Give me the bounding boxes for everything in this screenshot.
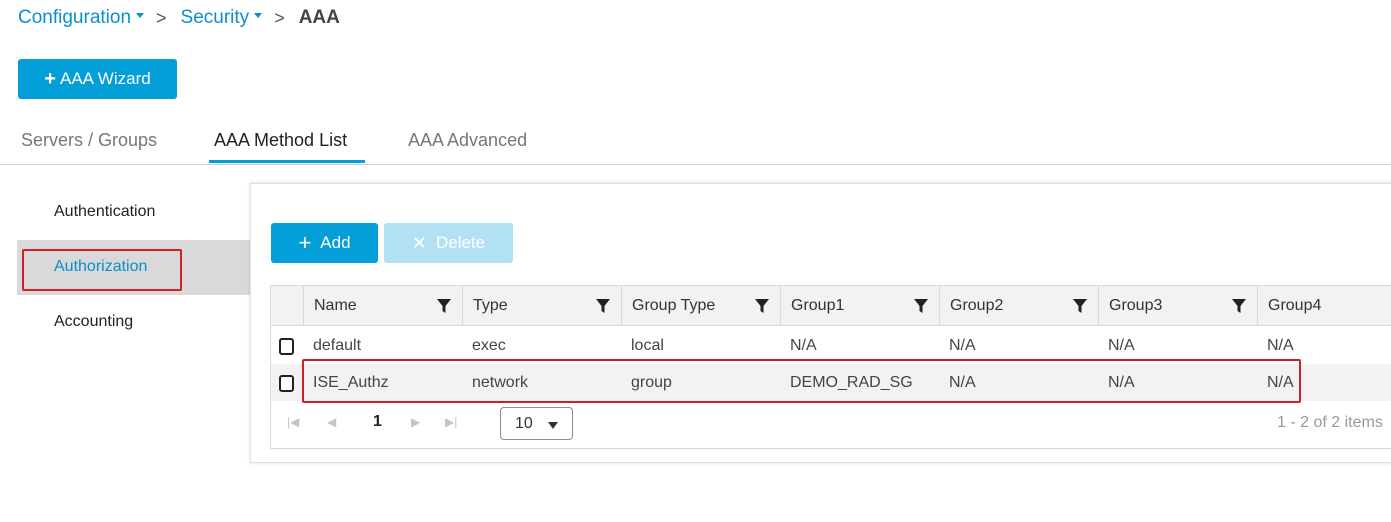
table-cell-name: ISE_Authz: [313, 373, 389, 391]
table-cell-group3: N/A: [1108, 336, 1135, 354]
tab-aaa-method-list[interactable]: AAA Method List: [214, 130, 347, 151]
current-page-number[interactable]: 1: [373, 413, 382, 431]
active-tab-indicator: [209, 160, 365, 163]
caret-down-icon: [136, 12, 145, 18]
table-cell-type: network: [472, 373, 529, 391]
breadcrumb-separator: >: [156, 7, 167, 28]
next-page-icon[interactable]: ▶: [411, 415, 420, 429]
filter-icon[interactable]: [595, 298, 611, 314]
chevron-down-icon: [548, 422, 558, 429]
tab-servers-groups[interactable]: Servers / Groups: [21, 130, 157, 151]
caret-down-icon: [254, 12, 263, 18]
table-cell-group4: N/A: [1267, 336, 1294, 354]
sidenav-item-authentication[interactable]: Authentication: [54, 203, 155, 221]
table-cell-group4: N/A: [1267, 373, 1294, 391]
tab-aaa-advanced[interactable]: AAA Advanced: [408, 130, 527, 151]
plus-icon: +: [44, 68, 56, 90]
column-header-group2[interactable]: Group2: [939, 286, 1098, 326]
sidenav-item-authorization[interactable]: Authorization: [54, 258, 147, 276]
breadcrumb-configuration[interactable]: Configuration: [18, 7, 145, 29]
column-header-group3[interactable]: Group3: [1098, 286, 1257, 326]
plus-icon: +: [298, 230, 312, 255]
column-header-group1[interactable]: Group1: [780, 286, 939, 326]
column-header-label: Group2: [950, 297, 1004, 314]
delete-button[interactable]: ✕ Delete: [384, 223, 513, 263]
delete-label: Delete: [435, 233, 486, 252]
column-header-label: Group1: [791, 297, 845, 314]
table-cell-group3: N/A: [1108, 373, 1135, 391]
first-page-icon[interactable]: |◀: [287, 415, 299, 429]
column-header-group-type[interactable]: Group Type: [621, 286, 780, 326]
breadcrumb-separator: >: [274, 7, 285, 28]
close-icon: ✕: [411, 233, 427, 253]
table-cell-group-type: group: [631, 373, 672, 391]
add-button[interactable]: + Add: [271, 223, 378, 263]
column-header-name[interactable]: Name: [303, 286, 462, 326]
table-cell-group1: N/A: [790, 336, 817, 354]
pagination-info: 1 - 2 of 2 items: [1277, 414, 1383, 431]
column-header-label: Group Type: [632, 297, 716, 314]
filter-icon[interactable]: [1072, 298, 1088, 314]
pagination-bar: |◀ ◀ 1 ▶ ▶| 10 1 - 2 of 2 items: [271, 401, 1391, 446]
previous-page-icon[interactable]: ◀: [327, 415, 336, 429]
column-header-label: Type: [473, 297, 508, 314]
page-size-select[interactable]: 10: [500, 407, 573, 440]
last-page-icon[interactable]: ▶|: [445, 415, 457, 429]
table-cell-type: exec: [472, 336, 506, 354]
table-cell-name: default: [313, 336, 362, 354]
column-header-type[interactable]: Type: [462, 286, 621, 326]
breadcrumb: Configuration > Security > AAA: [18, 5, 340, 31]
row-checkbox[interactable]: [279, 338, 294, 355]
table-cell-group2: N/A: [949, 373, 976, 391]
aaa-wizard-button[interactable]: + AAA Wizard: [18, 59, 177, 99]
breadcrumb-security-label: Security: [180, 7, 250, 28]
breadcrumb-configuration-label: Configuration: [18, 7, 132, 28]
table-cell-group2: N/A: [949, 336, 976, 354]
filter-icon[interactable]: [754, 298, 770, 314]
filter-icon[interactable]: [913, 298, 929, 314]
method-list-table: Name Type Group Type Group1 Group2 Group…: [270, 285, 1391, 449]
column-header-label: Group3: [1109, 297, 1163, 314]
column-header-label: Name: [314, 297, 357, 314]
filter-icon[interactable]: [1231, 298, 1247, 314]
aaa-wizard-label: AAA Wizard: [59, 69, 151, 88]
breadcrumb-current: AAA: [298, 7, 340, 28]
table-cell-group-type: local: [631, 336, 664, 354]
table-cell-group1: DEMO_RAD_SG: [790, 373, 913, 391]
column-header-group4[interactable]: Group4: [1257, 286, 1391, 326]
sidenav-item-accounting[interactable]: Accounting: [54, 313, 133, 331]
column-header-label: Group4: [1268, 297, 1322, 314]
tab-bar: Servers / Groups AAA Method List AAA Adv…: [0, 122, 1391, 165]
table-header: Name Type Group Type Group1 Group2 Group…: [271, 286, 1391, 326]
add-label: Add: [320, 233, 351, 252]
table-row[interactable]: ISE_Authz network group DEMO_RAD_SG N/A …: [271, 364, 1391, 401]
table-row[interactable]: default exec local N/A N/A N/A N/A: [271, 327, 1391, 364]
filter-icon[interactable]: [436, 298, 452, 314]
breadcrumb-security[interactable]: Security: [181, 7, 263, 29]
page-size-value: 10: [515, 414, 533, 432]
row-checkbox[interactable]: [279, 375, 294, 392]
